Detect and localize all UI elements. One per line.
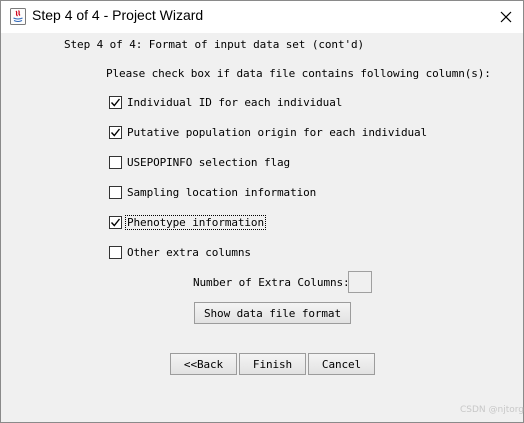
window-title: Step 4 of 4 - Project Wizard <box>32 7 204 23</box>
step-heading: Step 4 of 4: Format of input data set (c… <box>64 38 365 51</box>
option-individual-id[interactable]: Individual ID for each individual <box>109 94 343 110</box>
watermark: CSDN @njtorg <box>460 405 524 415</box>
finish-button[interactable]: Finish <box>239 353 306 375</box>
option-label: Individual ID for each individual <box>127 95 343 109</box>
option-population-origin[interactable]: Putative population origin for each indi… <box>109 124 428 140</box>
option-usepopinfo[interactable]: USEPOPINFO selection flag <box>109 154 291 170</box>
title-bar[interactable]: Step 4 of 4 - Project Wizard <box>1 1 523 33</box>
option-sampling-location[interactable]: Sampling location information <box>109 184 317 200</box>
checkmark-icon <box>110 218 121 227</box>
close-icon <box>500 11 512 23</box>
checkbox-phenotype[interactable] <box>109 215 122 229</box>
extra-columns-label: Number of Extra Columns: <box>193 276 350 289</box>
checkbox-usepopinfo[interactable] <box>109 155 122 169</box>
checkbox-population-origin[interactable] <box>109 125 122 139</box>
java-app-icon <box>10 8 26 25</box>
checkmark-icon <box>110 128 121 137</box>
close-button[interactable] <box>489 1 523 33</box>
project-wizard-window: Step 4 of 4 - Project Wizard Step 4 of 4… <box>0 0 524 423</box>
checkbox-other-extra-columns[interactable] <box>109 245 122 259</box>
wizard-content: Step 4 of 4: Format of input data set (c… <box>1 33 524 422</box>
option-label: Phenotype information <box>125 214 266 230</box>
option-label: Sampling location information <box>127 185 317 199</box>
option-label: Other extra columns <box>127 245 251 259</box>
option-label: USEPOPINFO selection flag <box>127 155 291 169</box>
option-phenotype[interactable]: Phenotype information <box>109 214 266 230</box>
checkbox-sampling-location[interactable] <box>109 185 122 199</box>
show-data-file-format-button[interactable]: Show data file format <box>194 302 351 324</box>
cancel-button[interactable]: Cancel <box>308 353 375 375</box>
checkbox-individual-id[interactable] <box>109 95 122 109</box>
instruction-text: Please check box if data file contains f… <box>106 67 491 80</box>
checkmark-icon <box>110 98 121 107</box>
extra-columns-input[interactable] <box>348 271 372 293</box>
back-button[interactable]: <<Back <box>170 353 237 375</box>
option-label: Putative population origin for each indi… <box>127 125 428 139</box>
option-other-extra-columns[interactable]: Other extra columns <box>109 244 252 260</box>
